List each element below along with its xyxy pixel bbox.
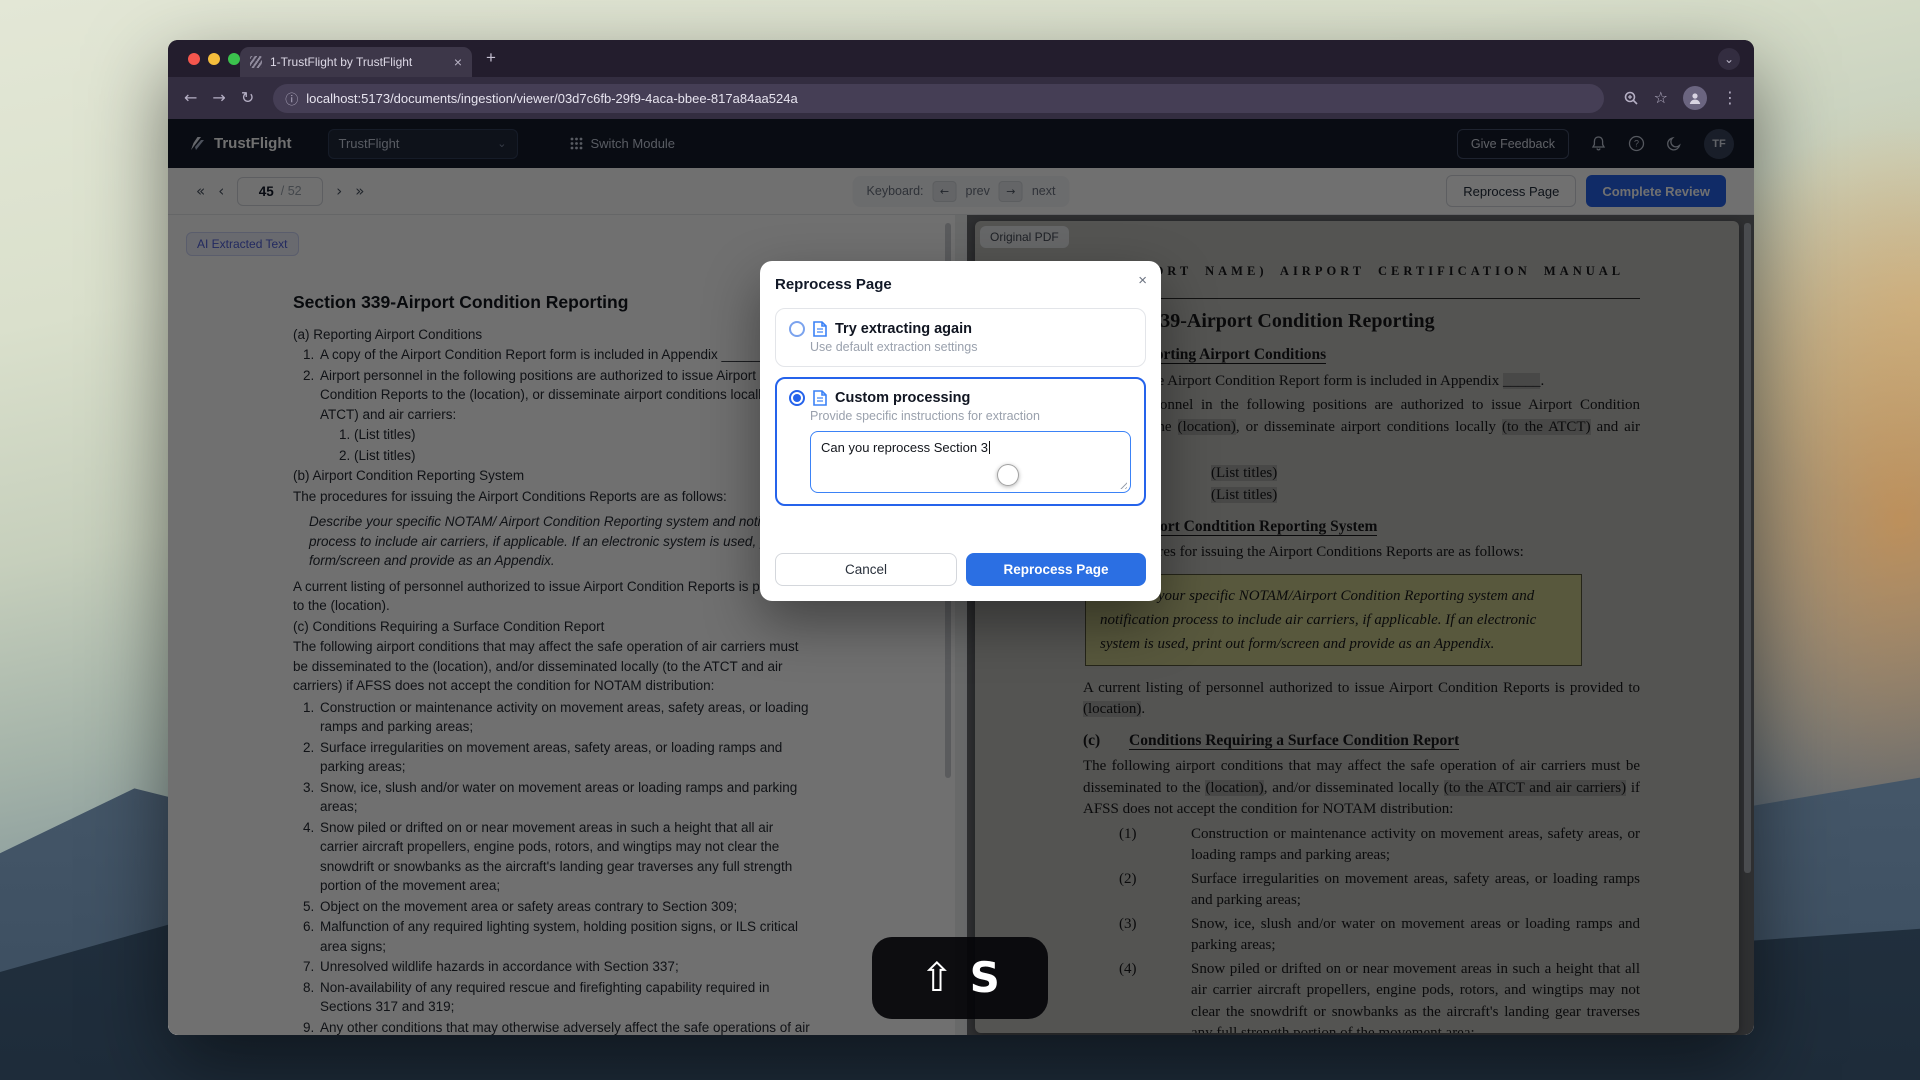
tab-close-icon[interactable]: ×	[454, 55, 462, 69]
page-viewport: TrustFlight TrustFlight ⌄ Switch Module …	[168, 119, 1754, 1035]
tab-favicon-icon	[250, 56, 262, 68]
keystroke-overlay: ⇧ S	[872, 937, 1048, 1019]
address-bar[interactable]: ⓘ localhost:5173/documents/ingestion/vie…	[273, 84, 1603, 113]
site-info-icon[interactable]: ⓘ	[285, 89, 298, 108]
tab-title: 1-TrustFlight by TrustFlight	[270, 55, 446, 69]
pressed-key-label: S	[970, 957, 1000, 999]
option-try-extracting-again[interactable]: Try extracting again Use default extract…	[775, 308, 1146, 367]
option-description: Use default extraction settings	[810, 340, 1132, 354]
close-window-button[interactable]	[188, 53, 200, 65]
reprocess-submit-button[interactable]: Reprocess Page	[966, 553, 1146, 586]
shift-key-icon: ⇧	[920, 958, 954, 998]
option-label: Try extracting again	[835, 321, 972, 337]
modal-title: Reprocess Page	[775, 276, 1146, 293]
radio-selected[interactable]	[789, 390, 805, 406]
browser-menu-kebab-icon[interactable]: ⋮	[1722, 90, 1738, 106]
minimize-window-button[interactable]	[208, 53, 220, 65]
cancel-button[interactable]: Cancel	[775, 553, 957, 586]
browser-profile-avatar[interactable]	[1683, 86, 1707, 110]
textarea-resize-handle[interactable]	[1118, 480, 1127, 489]
forward-icon[interactable]: →	[212, 90, 225, 106]
tab-strip: 1-TrustFlight by TrustFlight × + ⌄	[168, 40, 1754, 77]
document-icon	[813, 390, 827, 406]
option-label: Custom processing	[835, 390, 970, 406]
option-custom-processing[interactable]: Custom processing Provide specific instr…	[775, 377, 1146, 506]
instructions-text: Can you reprocess Section 3	[821, 440, 988, 455]
close-icon[interactable]: ×	[1138, 272, 1147, 289]
custom-instructions-input[interactable]: Can you reprocess Section 3	[810, 431, 1131, 493]
window-controls[interactable]	[188, 53, 240, 65]
back-icon[interactable]: ←	[184, 90, 197, 106]
browser-tab[interactable]: 1-TrustFlight by TrustFlight ×	[240, 47, 472, 77]
bookmark-star-icon[interactable]: ☆	[1654, 90, 1668, 106]
option-description: Provide specific instructions for extrac…	[810, 409, 1132, 423]
document-icon	[813, 321, 827, 337]
desktop: 1-TrustFlight by TrustFlight × + ⌄ ← → ↻…	[0, 0, 1920, 1080]
zoom-window-button[interactable]	[228, 53, 240, 65]
cursor-click-indicator	[997, 464, 1019, 486]
reload-icon[interactable]: ↻	[241, 90, 254, 106]
modal-footer: Cancel Reprocess Page	[775, 553, 1146, 586]
new-tab-button[interactable]: +	[486, 48, 496, 68]
radio-unselected[interactable]	[789, 321, 805, 337]
browser-toolbar: ← → ↻ ⓘ localhost:5173/documents/ingesti…	[168, 77, 1754, 119]
reprocess-page-modal: Reprocess Page × Try extracting again Us…	[760, 261, 1161, 601]
browser-actions: ☆ ⋮	[1623, 86, 1738, 110]
browser-window: 1-TrustFlight by TrustFlight × + ⌄ ← → ↻…	[168, 40, 1754, 1035]
tab-search-icon[interactable]: ⌄	[1718, 48, 1740, 70]
text-caret	[989, 441, 990, 454]
zoom-icon[interactable]	[1623, 90, 1639, 106]
url-text: localhost:5173/documents/ingestion/viewe…	[306, 91, 797, 106]
